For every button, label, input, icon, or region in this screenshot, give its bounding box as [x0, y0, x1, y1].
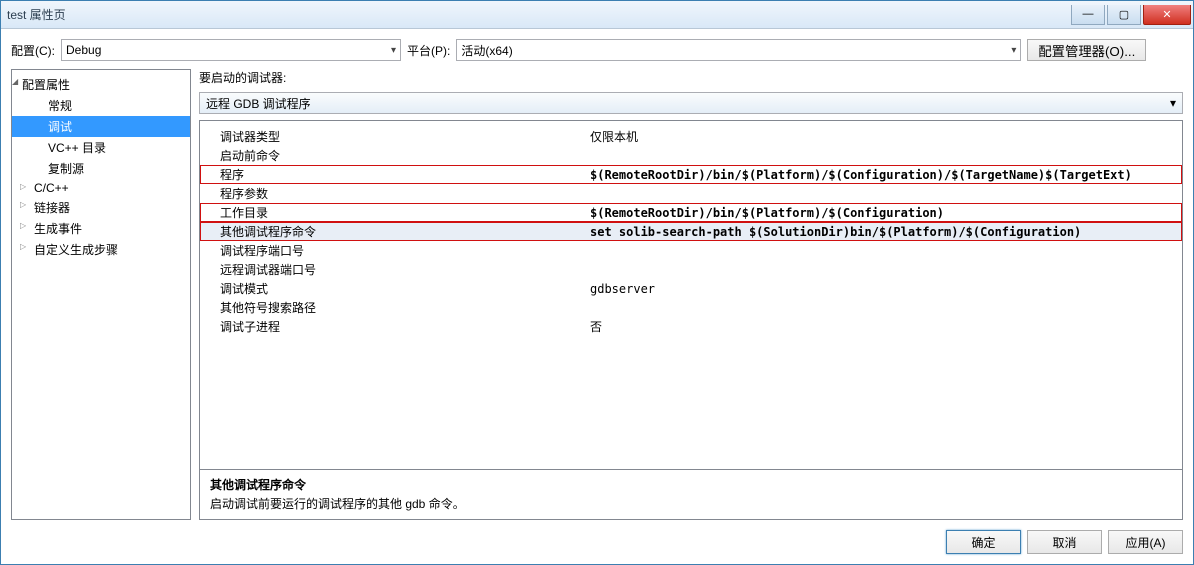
config-select[interactable]: Debug ▾ [61, 39, 401, 61]
close-button[interactable]: ✕ [1143, 5, 1191, 25]
description-body: 启动调试前要运行的调试程序的其他 gdb 命令。 [210, 495, 1172, 512]
description-title: 其他调试程序命令 [210, 476, 1172, 493]
minimize-button[interactable]: — [1071, 5, 1105, 25]
tree-item[interactable]: 生成事件 [12, 218, 190, 239]
dialog-window: test 属性页 — ▢ ✕ 配置(C): Debug ▾ 平台(P): 活动(… [0, 0, 1194, 565]
property-value[interactable]: 仅限本机 [590, 128, 1182, 145]
tree-root[interactable]: 配置属性 [12, 74, 190, 95]
platform-label: 平台(P): [407, 42, 450, 59]
tree[interactable]: 配置属性 常规调试VC++ 目录复制源C/C++链接器生成事件自定义生成步骤 [11, 69, 191, 520]
property-row[interactable]: 调试器类型仅限本机 [200, 127, 1182, 146]
chevron-down-icon: ▾ [1011, 45, 1016, 56]
property-row[interactable]: 程序$(RemoteRootDir)/bin/$(Platform)/$(Con… [200, 165, 1182, 184]
property-key: 其他符号搜索路径 [200, 299, 590, 316]
tree-item[interactable]: 调试 [12, 116, 190, 137]
tree-item[interactable]: 复制源 [12, 158, 190, 179]
tree-item[interactable]: VC++ 目录 [12, 137, 190, 158]
property-value[interactable]: $(RemoteRootDir)/bin/$(Platform)/$(Confi… [590, 168, 1182, 182]
config-value: Debug [66, 43, 101, 57]
property-row[interactable]: 调试程序端口号 [200, 241, 1182, 260]
property-key: 调试模式 [200, 280, 590, 297]
property-row[interactable]: 程序参数 [200, 184, 1182, 203]
tree-item[interactable]: 常规 [12, 95, 190, 116]
property-key: 启动前命令 [200, 147, 590, 164]
right-panel: 要启动的调试器: 远程 GDB 调试程序 ▾ 调试器类型仅限本机启动前命令程序$… [199, 69, 1183, 520]
property-row[interactable]: 远程调试器端口号 [200, 260, 1182, 279]
config-label: 配置(C): [11, 42, 55, 59]
property-key: 调试子进程 [200, 318, 590, 335]
debugger-select[interactable]: 远程 GDB 调试程序 ▾ [199, 92, 1183, 114]
ok-button[interactable]: 确定 [946, 530, 1021, 554]
property-key: 调试程序端口号 [200, 242, 590, 259]
property-row[interactable]: 工作目录$(RemoteRootDir)/bin/$(Platform)/$(C… [200, 203, 1182, 222]
property-key: 程序参数 [200, 185, 590, 202]
tree-item[interactable]: 自定义生成步骤 [12, 239, 190, 260]
property-row[interactable]: 调试模式gdbserver [200, 279, 1182, 298]
config-manager-button[interactable]: 配置管理器(O)... [1027, 39, 1146, 61]
property-value[interactable]: set solib-search-path $(SolutionDir)bin/… [590, 225, 1182, 239]
property-key: 程序 [200, 166, 590, 183]
property-row[interactable]: 其他符号搜索路径 [200, 298, 1182, 317]
footer: 确定 取消 应用(A) [11, 526, 1183, 554]
tree-item[interactable]: 链接器 [12, 197, 190, 218]
window-title: test 属性页 [7, 6, 66, 23]
cancel-button[interactable]: 取消 [1027, 530, 1102, 554]
debugger-value: 远程 GDB 调试程序 [206, 95, 311, 112]
apply-button[interactable]: 应用(A) [1108, 530, 1183, 554]
main-row: 配置属性 常规调试VC++ 目录复制源C/C++链接器生成事件自定义生成步骤 要… [11, 69, 1183, 520]
description-panel: 其他调试程序命令 启动调试前要运行的调试程序的其他 gdb 命令。 [200, 469, 1182, 519]
property-row[interactable]: 调试子进程否 [200, 317, 1182, 336]
property-key: 工作目录 [200, 204, 590, 221]
property-value[interactable]: gdbserver [590, 282, 1182, 296]
property-grid: 调试器类型仅限本机启动前命令程序$(RemoteRootDir)/bin/$(P… [199, 120, 1183, 520]
chevron-down-icon: ▾ [1170, 96, 1176, 110]
chevron-down-icon: ▾ [391, 45, 396, 56]
tree-item[interactable]: C/C++ [12, 179, 190, 197]
maximize-button[interactable]: ▢ [1107, 5, 1141, 25]
property-key: 调试器类型 [200, 128, 590, 145]
property-row[interactable]: 其他调试程序命令set solib-search-path $(Solution… [200, 222, 1182, 241]
property-value[interactable]: $(RemoteRootDir)/bin/$(Platform)/$(Confi… [590, 206, 1182, 220]
content: 配置(C): Debug ▾ 平台(P): 活动(x64) ▾ 配置管理器(O)… [1, 29, 1193, 564]
property-row[interactable]: 启动前命令 [200, 146, 1182, 165]
property-key: 远程调试器端口号 [200, 261, 590, 278]
property-value[interactable]: 否 [590, 318, 1182, 335]
titlebar: test 属性页 — ▢ ✕ [1, 1, 1193, 29]
launch-label: 要启动的调试器: [199, 69, 1183, 86]
window-buttons: — ▢ ✕ [1071, 5, 1193, 25]
platform-select[interactable]: 活动(x64) ▾ [456, 39, 1021, 61]
property-key: 其他调试程序命令 [200, 223, 590, 240]
config-row: 配置(C): Debug ▾ 平台(P): 活动(x64) ▾ 配置管理器(O)… [11, 37, 1183, 63]
platform-value: 活动(x64) [461, 42, 512, 59]
